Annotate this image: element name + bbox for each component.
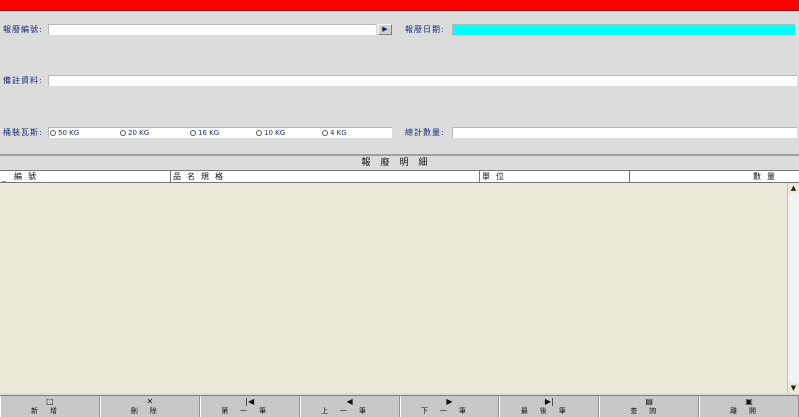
last-record-button[interactable]: ▶| 最後筆	[499, 396, 600, 417]
delete-button[interactable]: ✕ 刪除	[99, 396, 200, 417]
last-record-icon: ▶|	[544, 397, 554, 406]
lookup-button[interactable]: ▶	[378, 24, 392, 35]
exit-button[interactable]: ▣ 離開	[699, 396, 799, 417]
first-record-button[interactable]: |◀ 第一筆	[199, 396, 300, 417]
title-bar	[0, 0, 799, 11]
radio-circle-icon	[120, 129, 126, 136]
add-button[interactable]: □ 新增	[0, 396, 100, 417]
radio-circle-icon	[322, 129, 328, 136]
previous-record-button[interactable]: ◀ 上一筆	[299, 396, 400, 417]
scrap-no-label: 報廢編號:	[3, 25, 43, 34]
search-button[interactable]: ▤ 查詢	[599, 396, 700, 417]
remark-input[interactable]	[48, 75, 797, 86]
lookup-icon: ▶	[382, 25, 388, 33]
radio-16kg[interactable]: 16 KG	[190, 127, 219, 138]
search-document-icon: ▤	[645, 397, 653, 406]
drum-gas-label: 桶裝瓦斯:	[3, 128, 43, 137]
radio-10kg[interactable]: 10 KG	[256, 127, 285, 138]
new-document-icon: □	[46, 397, 54, 406]
vertical-scrollbar[interactable]: ▲ ▼	[787, 183, 799, 393]
next-record-button[interactable]: ▶ 下一筆	[399, 396, 500, 417]
delete-x-icon: ✕	[146, 397, 154, 406]
row-selector-icon: _	[2, 174, 6, 182]
radio-circle-icon	[256, 129, 262, 136]
scroll-up-icon[interactable]: ▲	[788, 183, 799, 193]
column-header-unit[interactable]: 單位	[480, 171, 630, 182]
previous-record-icon: ◀	[346, 397, 353, 406]
bottom-toolbar: □ 新增 ✕ 刪除 |◀ 第一筆 ◀ 上一筆 ▶ 下一筆 ▶| 最後筆 ▤ 查詢…	[0, 395, 799, 417]
next-record-icon: ▶	[446, 397, 453, 406]
column-header-code[interactable]: 編號	[12, 171, 171, 182]
scrap-date-input[interactable]	[452, 24, 795, 35]
radio-circle-icon	[190, 129, 196, 136]
scroll-down-icon[interactable]: ▼	[788, 383, 799, 393]
total-qty-label: 總計數量:	[405, 128, 445, 137]
grid-title: 報廢明細	[0, 156, 799, 170]
radio-20kg[interactable]: 20 KG	[120, 127, 149, 138]
column-header-quantity[interactable]: 數量	[630, 171, 787, 182]
column-header-item-spec[interactable]: 品名規格	[171, 171, 480, 182]
radio-circle-icon	[50, 129, 56, 136]
grid-body[interactable]	[0, 183, 787, 393]
scrap-no-input[interactable]	[48, 24, 376, 35]
first-record-icon: |◀	[245, 397, 255, 406]
total-qty-input[interactable]	[452, 127, 797, 138]
scrap-date-label: 報廢日期:	[405, 25, 445, 34]
remark-label: 備註資料:	[3, 76, 43, 85]
radio-4kg[interactable]: 4 KG	[322, 127, 347, 138]
radio-50kg[interactable]: 50 KG	[50, 127, 79, 138]
grid-header: 編號 品名規格 單位 數量	[0, 170, 799, 183]
save-disk-icon: ▣	[745, 397, 753, 406]
